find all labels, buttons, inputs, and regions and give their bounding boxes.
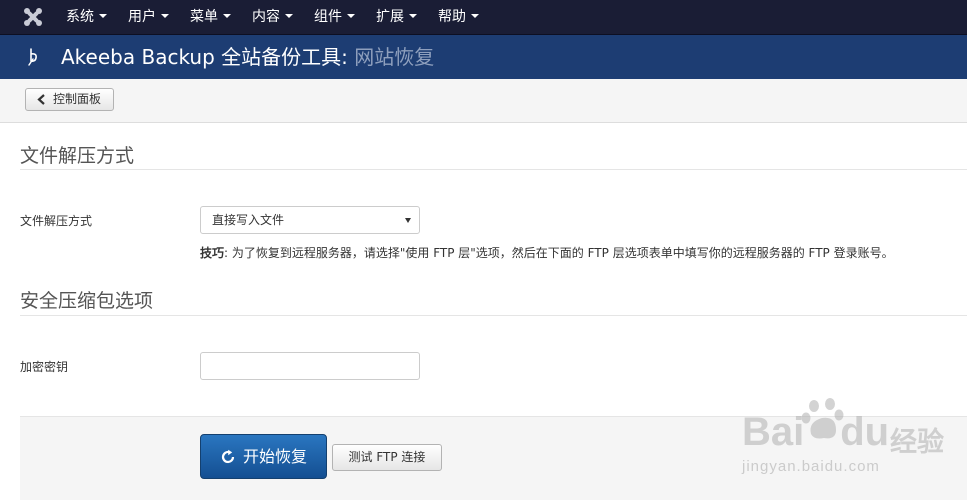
- caret-down-icon: [223, 14, 231, 18]
- extract-method-value: 直接写入文件: [212, 213, 285, 227]
- menu-label: 组件: [314, 9, 342, 25]
- control-panel-label: 控制面板: [53, 92, 102, 106]
- toolbar: 控制面板: [0, 79, 967, 123]
- caret-down-icon: [347, 14, 355, 18]
- menu-label: 系统: [66, 9, 94, 25]
- form-actions: 开始恢复 测试 FTP 连接: [20, 416, 967, 500]
- test-ftp-button[interactable]: 测试 FTP 连接: [332, 444, 442, 471]
- caret-down-icon: [99, 14, 107, 18]
- joomla-logo-icon[interactable]: [23, 7, 43, 27]
- refresh-icon: [221, 449, 235, 464]
- menu-label: 菜单: [190, 9, 218, 25]
- page-title-sub: 网站恢复: [354, 45, 435, 69]
- menu-label: 内容: [252, 9, 280, 25]
- menu-menus[interactable]: 菜单: [190, 0, 231, 34]
- menu-extensions[interactable]: 扩展: [376, 0, 417, 34]
- section-divider: [20, 169, 967, 170]
- page-header: Akeeba Backup 全站备份工具: 网站恢复: [0, 35, 967, 79]
- select-arrow-icon: [405, 218, 411, 223]
- caret-down-icon: [471, 14, 479, 18]
- menu-help[interactable]: 帮助: [438, 0, 479, 34]
- caret-down-icon: [161, 14, 169, 18]
- menu-users[interactable]: 用户: [128, 0, 169, 34]
- caret-down-icon: [285, 14, 293, 18]
- extract-method-select[interactable]: 直接写入文件: [200, 206, 420, 234]
- extract-section-title: 文件解压方式: [20, 145, 135, 167]
- top-navbar: 系统 用户 菜单 内容 组件 扩展 帮助: [0, 0, 967, 35]
- chevron-left-icon: [37, 94, 45, 105]
- tip-prefix: 技巧: [200, 246, 225, 260]
- security-section-title: 安全压缩包选项: [20, 290, 154, 312]
- menu-label: 帮助: [438, 9, 466, 25]
- caret-down-icon: [409, 14, 417, 18]
- menu-label: 扩展: [376, 9, 404, 25]
- menu-content[interactable]: 内容: [252, 0, 293, 34]
- menu-label: 用户: [128, 9, 156, 25]
- test-ftp-label: 测试 FTP 连接: [348, 450, 426, 464]
- main-menu: 系统 用户 菜单 内容 组件 扩展 帮助: [66, 0, 500, 34]
- page-title: Akeeba Backup 全站备份工具: 网站恢复: [61, 35, 434, 79]
- menu-components[interactable]: 组件: [314, 0, 355, 34]
- akeeba-logo-icon: [28, 48, 37, 66]
- menu-system[interactable]: 系统: [66, 0, 107, 34]
- start-restore-button[interactable]: 开始恢复: [200, 434, 327, 479]
- start-restore-label: 开始恢复: [243, 447, 308, 466]
- encryption-key-input[interactable]: [200, 352, 420, 380]
- extract-method-label: 文件解压方式: [20, 214, 93, 228]
- tip-text: : 为了恢复到远程服务器，请选择"使用 FTP 层"选项，然后在下面的 FTP …: [224, 246, 894, 260]
- control-panel-button[interactable]: 控制面板: [25, 88, 114, 111]
- encryption-key-label: 加密密钥: [20, 360, 69, 374]
- extract-tip: 技巧: 为了恢复到远程服务器，请选择"使用 FTP 层"选项，然后在下面的 FT…: [200, 244, 894, 261]
- page-title-main: Akeeba Backup 全站备份工具:: [61, 45, 348, 69]
- section-divider: [20, 315, 967, 316]
